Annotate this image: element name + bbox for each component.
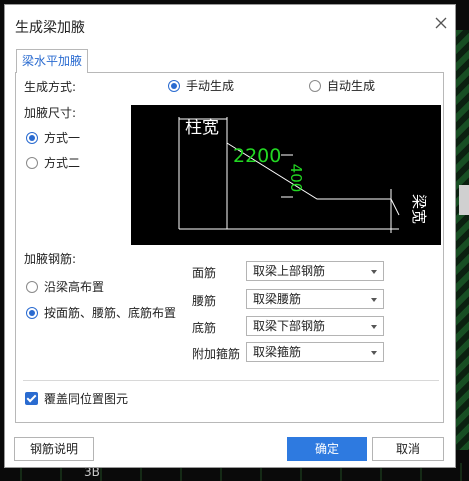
top-rebar-label: 面筋	[192, 266, 217, 280]
checkbox-label: 覆盖同位置图元	[44, 392, 129, 406]
radio-indicator	[168, 79, 180, 92]
chevron-down-icon	[371, 351, 377, 355]
radio-manual-generate[interactable]: 手动生成	[168, 77, 234, 94]
radio-label: 沿梁高布置	[44, 280, 105, 294]
chevron-down-icon	[371, 325, 377, 329]
radio-rebar-by-type[interactable]: 按面筋、腰筋、底筋布置	[26, 304, 176, 321]
radio-label: 方式一	[44, 131, 81, 145]
radio-indicator	[26, 306, 38, 319]
select-value: 取梁腰筋	[253, 292, 302, 306]
radio-indicator	[26, 280, 38, 293]
radio-indicator	[26, 131, 38, 144]
chevron-down-icon	[371, 270, 377, 274]
add-haunch-dialog: 生成梁加腋 梁水平加腋 生成方式: 手动生成 自动生成 加腋尺寸: 方式一 方式…	[4, 4, 456, 468]
chevron-down-icon	[371, 298, 377, 302]
radio-indicator	[309, 79, 321, 92]
radio-label: 按面筋、腰筋、底筋布置	[44, 306, 177, 320]
generation-method-label: 生成方式:	[24, 80, 77, 94]
haunch-diagram: 柱宽 2200 400 梁宽	[131, 105, 441, 245]
backdrop-drawing-strip	[455, 30, 469, 450]
select-value: 取梁箍筋	[253, 345, 302, 359]
cancel-button[interactable]: 取消	[372, 437, 444, 461]
radio-indicator	[26, 156, 38, 169]
haunch-size-label: 加腋尺寸:	[24, 106, 77, 120]
side-rebar-select[interactable]: 取梁腰筋	[246, 289, 384, 309]
diagram-haunch-end	[390, 198, 400, 216]
tab-horizontal-haunch[interactable]: 梁水平加腋	[16, 49, 88, 73]
haunch-rebar-label: 加腋钢筋:	[24, 252, 77, 266]
rebar-help-button[interactable]: 钢筋说明	[14, 437, 94, 461]
extra-stirrup-select[interactable]: 取梁箍筋	[246, 342, 384, 362]
select-value: 取梁上部钢筋	[253, 264, 326, 278]
radio-size-method-two[interactable]: 方式二	[26, 154, 80, 171]
radio-label: 自动生成	[327, 79, 376, 93]
select-value: 取梁下部钢筋	[253, 319, 326, 333]
extra-stirrup-label: 附加箍筋	[192, 347, 241, 361]
diagram-beam-width-label: 梁宽	[410, 194, 428, 224]
overwrite-checkbox[interactable]: 覆盖同位置图元	[25, 390, 128, 407]
diagram-width-value: 400	[287, 164, 305, 193]
backdrop-drawing-element	[459, 185, 469, 215]
radio-label: 手动生成	[186, 79, 235, 93]
ok-button[interactable]: 确定	[287, 437, 367, 461]
diagram-column-width-label: 柱宽	[185, 118, 219, 138]
radio-rebar-along-height[interactable]: 沿梁高布置	[26, 278, 104, 295]
bottom-rebar-label: 底筋	[192, 321, 217, 335]
radio-auto-generate[interactable]: 自动生成	[309, 77, 375, 94]
diagram-length-value: 2200	[233, 145, 281, 167]
radio-label: 方式二	[44, 156, 81, 170]
side-rebar-label: 腰筋	[192, 294, 217, 308]
top-rebar-select[interactable]: 取梁上部钢筋	[246, 261, 384, 281]
checkbox-indicator	[25, 392, 38, 405]
radio-size-method-one[interactable]: 方式一	[26, 129, 80, 146]
section-divider	[23, 380, 439, 381]
dialog-title: 生成梁加腋	[15, 20, 85, 36]
bottom-rebar-select[interactable]: 取梁下部钢筋	[246, 316, 384, 336]
close-icon[interactable]	[433, 15, 449, 31]
